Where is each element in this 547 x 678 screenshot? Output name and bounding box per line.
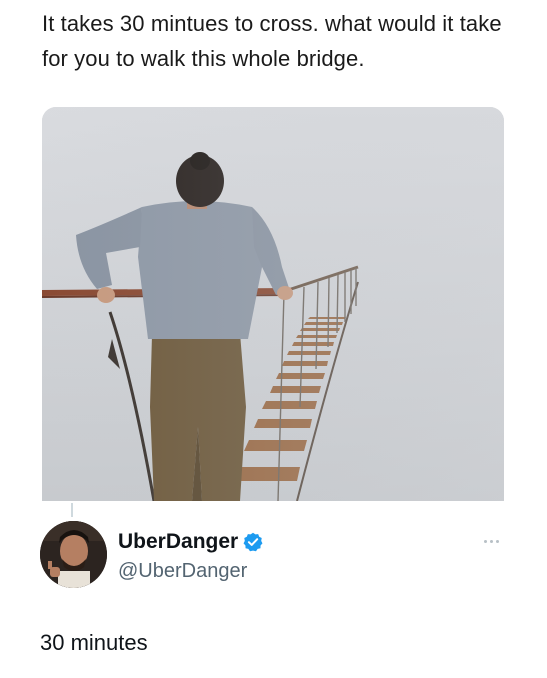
reply-text: 30 minutes <box>40 630 148 655</box>
author-name-row: UberDanger <box>118 530 263 554</box>
verified-badge-icon <box>243 532 263 552</box>
thread-connector-line <box>71 503 73 517</box>
avatar-image <box>40 521 107 588</box>
bridge-photo-illustration <box>42 107 504 501</box>
author-handle[interactable]: @UberDanger <box>118 560 247 583</box>
avatar[interactable] <box>40 521 107 588</box>
post-caption: It takes 30 mintues to cross. what would… <box>42 11 502 71</box>
display-name[interactable]: UberDanger <box>118 530 238 554</box>
more-options-icon[interactable] <box>484 537 504 545</box>
bridge-photo[interactable] <box>42 107 504 501</box>
